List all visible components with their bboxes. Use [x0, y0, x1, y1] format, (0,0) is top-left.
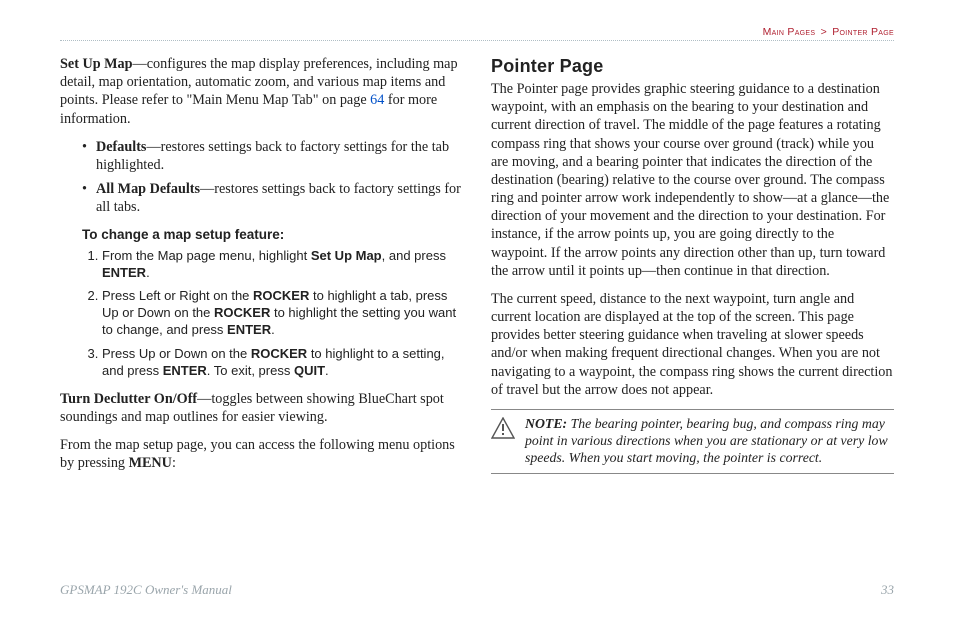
content-columns: Set Up Map—configures the map display pr…: [60, 55, 894, 483]
pointer-page-p2: The current speed, distance to the next …: [491, 290, 894, 399]
step-1: From the Map page menu, highlight Set Up…: [102, 248, 463, 282]
setup-map-lead: Set Up Map: [60, 56, 133, 72]
note-text: NOTE: The bearing pointer, bearing bug, …: [525, 415, 894, 467]
declutter-lead: Turn Declutter On/Off: [60, 391, 197, 407]
page-link-64[interactable]: 64: [370, 92, 384, 108]
warning-triangle-icon: [491, 417, 515, 443]
breadcrumb: Main Pages > Pointer Page: [60, 26, 894, 41]
procedure-steps: From the Map page menu, highlight Set Up…: [82, 248, 463, 380]
defaults-lead: Defaults: [96, 139, 146, 155]
step-2: Press Left or Right on the ROCKER to hig…: [102, 288, 463, 339]
footer-manual-title: GPSMAP 192C Owner's Manual: [60, 582, 232, 598]
breadcrumb-section: Main Pages: [763, 26, 816, 38]
list-item: Defaults—restores settings back to facto…: [82, 138, 463, 174]
all-defaults-lead: All Map Defaults: [96, 181, 200, 197]
setup-map-paragraph: Set Up Map—configures the map display pr…: [60, 55, 463, 128]
defaults-list: Defaults—restores settings back to facto…: [60, 138, 463, 217]
breadcrumb-separator: >: [821, 26, 827, 38]
manual-page: Main Pages > Pointer Page Set Up Map—con…: [0, 0, 954, 618]
note-body: The bearing pointer, bearing bug, and co…: [525, 416, 888, 465]
page-footer: GPSMAP 192C Owner's Manual 33: [60, 582, 894, 598]
menu-options-paragraph: From the map setup page, you can access …: [60, 436, 463, 472]
defaults-text: —restores settings back to factory setti…: [96, 139, 449, 173]
declutter-paragraph: Turn Declutter On/Off—toggles between sh…: [60, 390, 463, 426]
procedure-title: To change a map setup feature:: [82, 226, 463, 243]
list-item: All Map Defaults—restores settings back …: [82, 180, 463, 216]
pointer-page-p1: The Pointer page provides graphic steeri…: [491, 80, 894, 280]
breadcrumb-page: Pointer Page: [832, 26, 894, 38]
right-column: Pointer Page The Pointer page provides g…: [491, 55, 894, 483]
footer-page-number: 33: [881, 582, 894, 598]
procedure-block: To change a map setup feature: From the …: [60, 226, 463, 380]
step-3: Press Up or Down on the ROCKER to highli…: [102, 346, 463, 380]
note-block: NOTE: The bearing pointer, bearing bug, …: [491, 409, 894, 474]
note-lead: NOTE:: [525, 416, 567, 431]
left-column: Set Up Map—configures the map display pr…: [60, 55, 463, 483]
pointer-page-heading: Pointer Page: [491, 55, 894, 78]
